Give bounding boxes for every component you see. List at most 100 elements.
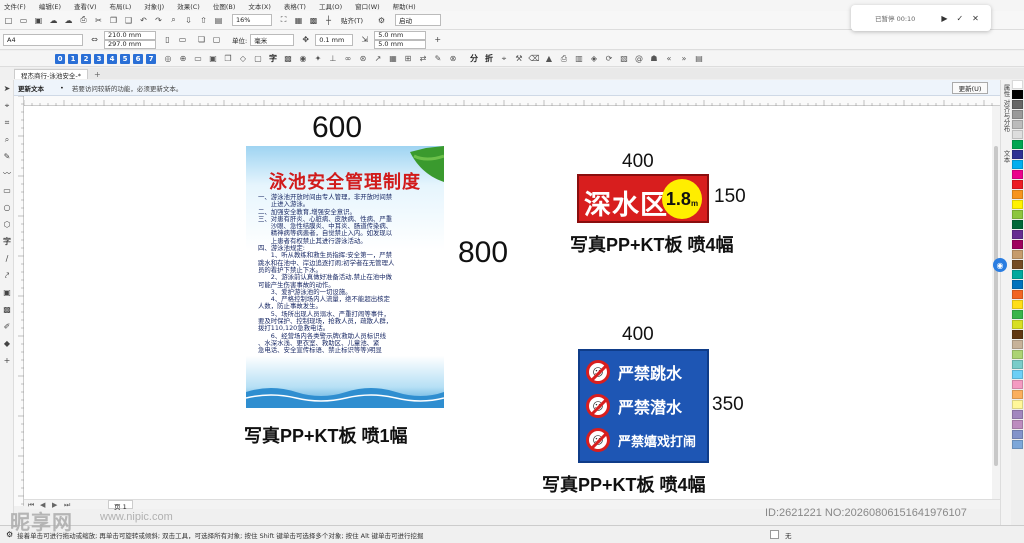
expand-icon[interactable]: ▤	[694, 54, 704, 64]
nudge-distance-field[interactable]: 0.1 mm	[315, 33, 354, 46]
play-icon[interactable]: ▶	[941, 14, 947, 23]
zoom-tool-icon[interactable]: ⌕	[0, 131, 14, 148]
color-swatch[interactable]	[1012, 210, 1023, 219]
color-swatch[interactable]	[1012, 150, 1023, 159]
grid-tool-icon[interactable]: ▦	[388, 54, 398, 64]
robot-icon[interactable]: ☗	[649, 54, 659, 64]
image-tool-icon[interactable]: ▧	[619, 54, 629, 64]
target-icon[interactable]: ⊕	[178, 54, 188, 64]
color-swatch[interactable]	[1012, 260, 1023, 269]
globe-icon[interactable]: ⊛	[358, 54, 368, 64]
deep-water-sign[interactable]: 深水区 1.8 m	[577, 174, 709, 223]
spiral-icon[interactable]: @	[634, 54, 644, 64]
color-swatch[interactable]	[1012, 310, 1023, 319]
rulers-icon[interactable]: ▦	[293, 15, 304, 26]
color-swatch[interactable]	[1012, 250, 1023, 259]
color-swatch[interactable]	[1012, 130, 1023, 139]
split-tool-button[interactable]: 分	[469, 54, 479, 64]
menu-view[interactable]: 查看(V)	[74, 1, 97, 11]
color-swatch[interactable]	[1012, 320, 1023, 329]
double-left-icon[interactable]: «	[664, 54, 674, 64]
redo-icon[interactable]: ↷	[153, 15, 164, 26]
group-icon[interactable]: ▣	[208, 54, 218, 64]
brush-icon[interactable]: ✎	[433, 54, 443, 64]
color-swatch[interactable]	[1012, 110, 1023, 119]
color-swatch[interactable]	[1012, 350, 1023, 359]
menu-text[interactable]: 文本(X)	[248, 1, 271, 11]
drawing-canvas[interactable]: 600 泳池安全管理制度 一、游泳池开放时间由专人管理，非开放时间禁 止进入游泳…	[24, 106, 992, 499]
color-swatch[interactable]	[1012, 430, 1023, 439]
scroll-thumb[interactable]	[994, 146, 998, 466]
cloud-upload-icon[interactable]: ☁	[48, 15, 59, 26]
double-right-icon[interactable]: »	[679, 54, 689, 64]
shape-tool-icon[interactable]: ⌖	[0, 97, 14, 114]
prohibition-sign[interactable]: ☺ 严禁跳水 ☺ 严禁潜水 ☺ 严禁嬉戏打闹	[578, 349, 709, 463]
color-swatch[interactable]	[1012, 370, 1023, 379]
transparency-icon[interactable]: ▩	[0, 301, 14, 318]
merge-icon[interactable]: ⊞	[403, 54, 413, 64]
color-icon[interactable]: ◉	[298, 54, 308, 64]
image-icon[interactable]: ▩	[283, 54, 293, 64]
paste-icon[interactable]: ❑	[123, 15, 134, 26]
new-document-icon[interactable]: □	[3, 15, 14, 26]
ban-sign-height-dimension[interactable]: 350	[712, 394, 744, 416]
zoom-level-select[interactable]: 16%	[232, 14, 272, 26]
copy-icon[interactable]: ❐	[108, 15, 119, 26]
fill-tool-icon[interactable]: ◆	[0, 335, 14, 352]
color-swatch[interactable]	[1012, 200, 1023, 209]
sync-icon[interactable]: ⟳	[604, 54, 614, 64]
connector-tool-icon[interactable]: ⤤	[0, 267, 14, 284]
color-swatch[interactable]	[1012, 300, 1023, 309]
poster-width-dimension[interactable]: 600	[312, 111, 362, 145]
char-tool-button[interactable]: 字	[268, 54, 278, 64]
menu-effects[interactable]: 效果(C)	[177, 1, 200, 11]
tab-active-document[interactable]: 程杰商行-泳池安全-*	[14, 69, 88, 80]
color-swatch[interactable]	[1012, 80, 1023, 89]
color-swatch[interactable]	[1012, 380, 1023, 389]
pick-tool-icon[interactable]: ➤	[0, 80, 14, 97]
color-swatch[interactable]	[1012, 280, 1023, 289]
color-swatch[interactable]	[1012, 90, 1023, 99]
all-pages-icon[interactable]: ❏	[196, 34, 207, 45]
dimension-tool-icon[interactable]: ∕	[0, 250, 14, 267]
add-tab-icon[interactable]: +	[94, 70, 101, 79]
color-swatch[interactable]	[1012, 100, 1023, 109]
color-swatch[interactable]	[1012, 160, 1023, 169]
crop-tool-icon[interactable]: ⌗	[0, 114, 14, 131]
close-icon[interactable]: ✕	[972, 14, 979, 23]
assistant-icon[interactable]: ◉	[993, 258, 1007, 272]
undo-icon[interactable]: ↶	[138, 15, 149, 26]
deep-sign-caption[interactable]: 写真PP+KT板 喷4幅	[570, 231, 734, 257]
settings-gear-icon[interactable]: ⚙	[376, 15, 387, 26]
fill-swatch[interactable]	[770, 530, 779, 539]
menu-window[interactable]: 窗口(W)	[355, 1, 380, 11]
ellipse-tool-icon[interactable]: ○	[0, 199, 14, 216]
color-swatch[interactable]	[1012, 140, 1023, 149]
poster-caption[interactable]: 写真PP+KT板 喷1幅	[244, 422, 408, 448]
fullscreen-icon[interactable]: ⛶	[278, 15, 289, 26]
poster-height-dimension[interactable]: 800	[458, 236, 508, 270]
page-size-select[interactable]: A4	[3, 33, 83, 46]
shape-group-icon[interactable]: ◈	[589, 54, 599, 64]
shape-icon[interactable]: ◇	[238, 54, 248, 64]
color-swatch[interactable]	[1012, 330, 1023, 339]
color-swatch[interactable]	[1012, 240, 1023, 249]
pool-safety-poster[interactable]: 泳池安全管理制度 一、游泳池开放时间由专人管理，非开放时间禁 止进入游泳。 二、…	[246, 146, 444, 408]
horizontal-ruler[interactable]	[23, 96, 1000, 106]
pin-icon[interactable]: ⊥	[328, 54, 338, 64]
color-swatch[interactable]	[1012, 230, 1023, 239]
color-swatch[interactable]	[1012, 410, 1023, 419]
color-swatch[interactable]	[1012, 220, 1023, 229]
menu-edit[interactable]: 编辑(E)	[39, 1, 61, 11]
docker-properties-tab[interactable]: 属性 对齐与分布	[1001, 84, 1011, 132]
color-swatch[interactable]	[1012, 400, 1023, 409]
vertical-ruler[interactable]	[14, 95, 24, 506]
color-swatch[interactable]	[1012, 390, 1023, 399]
snap-to-dropdown[interactable]: 贴齐(T)	[338, 14, 376, 26]
cloud-download-icon[interactable]: ☁	[63, 15, 74, 26]
link-icon[interactable]: ∞	[343, 54, 353, 64]
text-tool-icon[interactable]: 字	[0, 233, 14, 250]
number-button-2[interactable]: 2	[81, 53, 91, 64]
import-icon[interactable]: ⇩	[183, 15, 194, 26]
number-button-0[interactable]: 0	[55, 53, 65, 64]
